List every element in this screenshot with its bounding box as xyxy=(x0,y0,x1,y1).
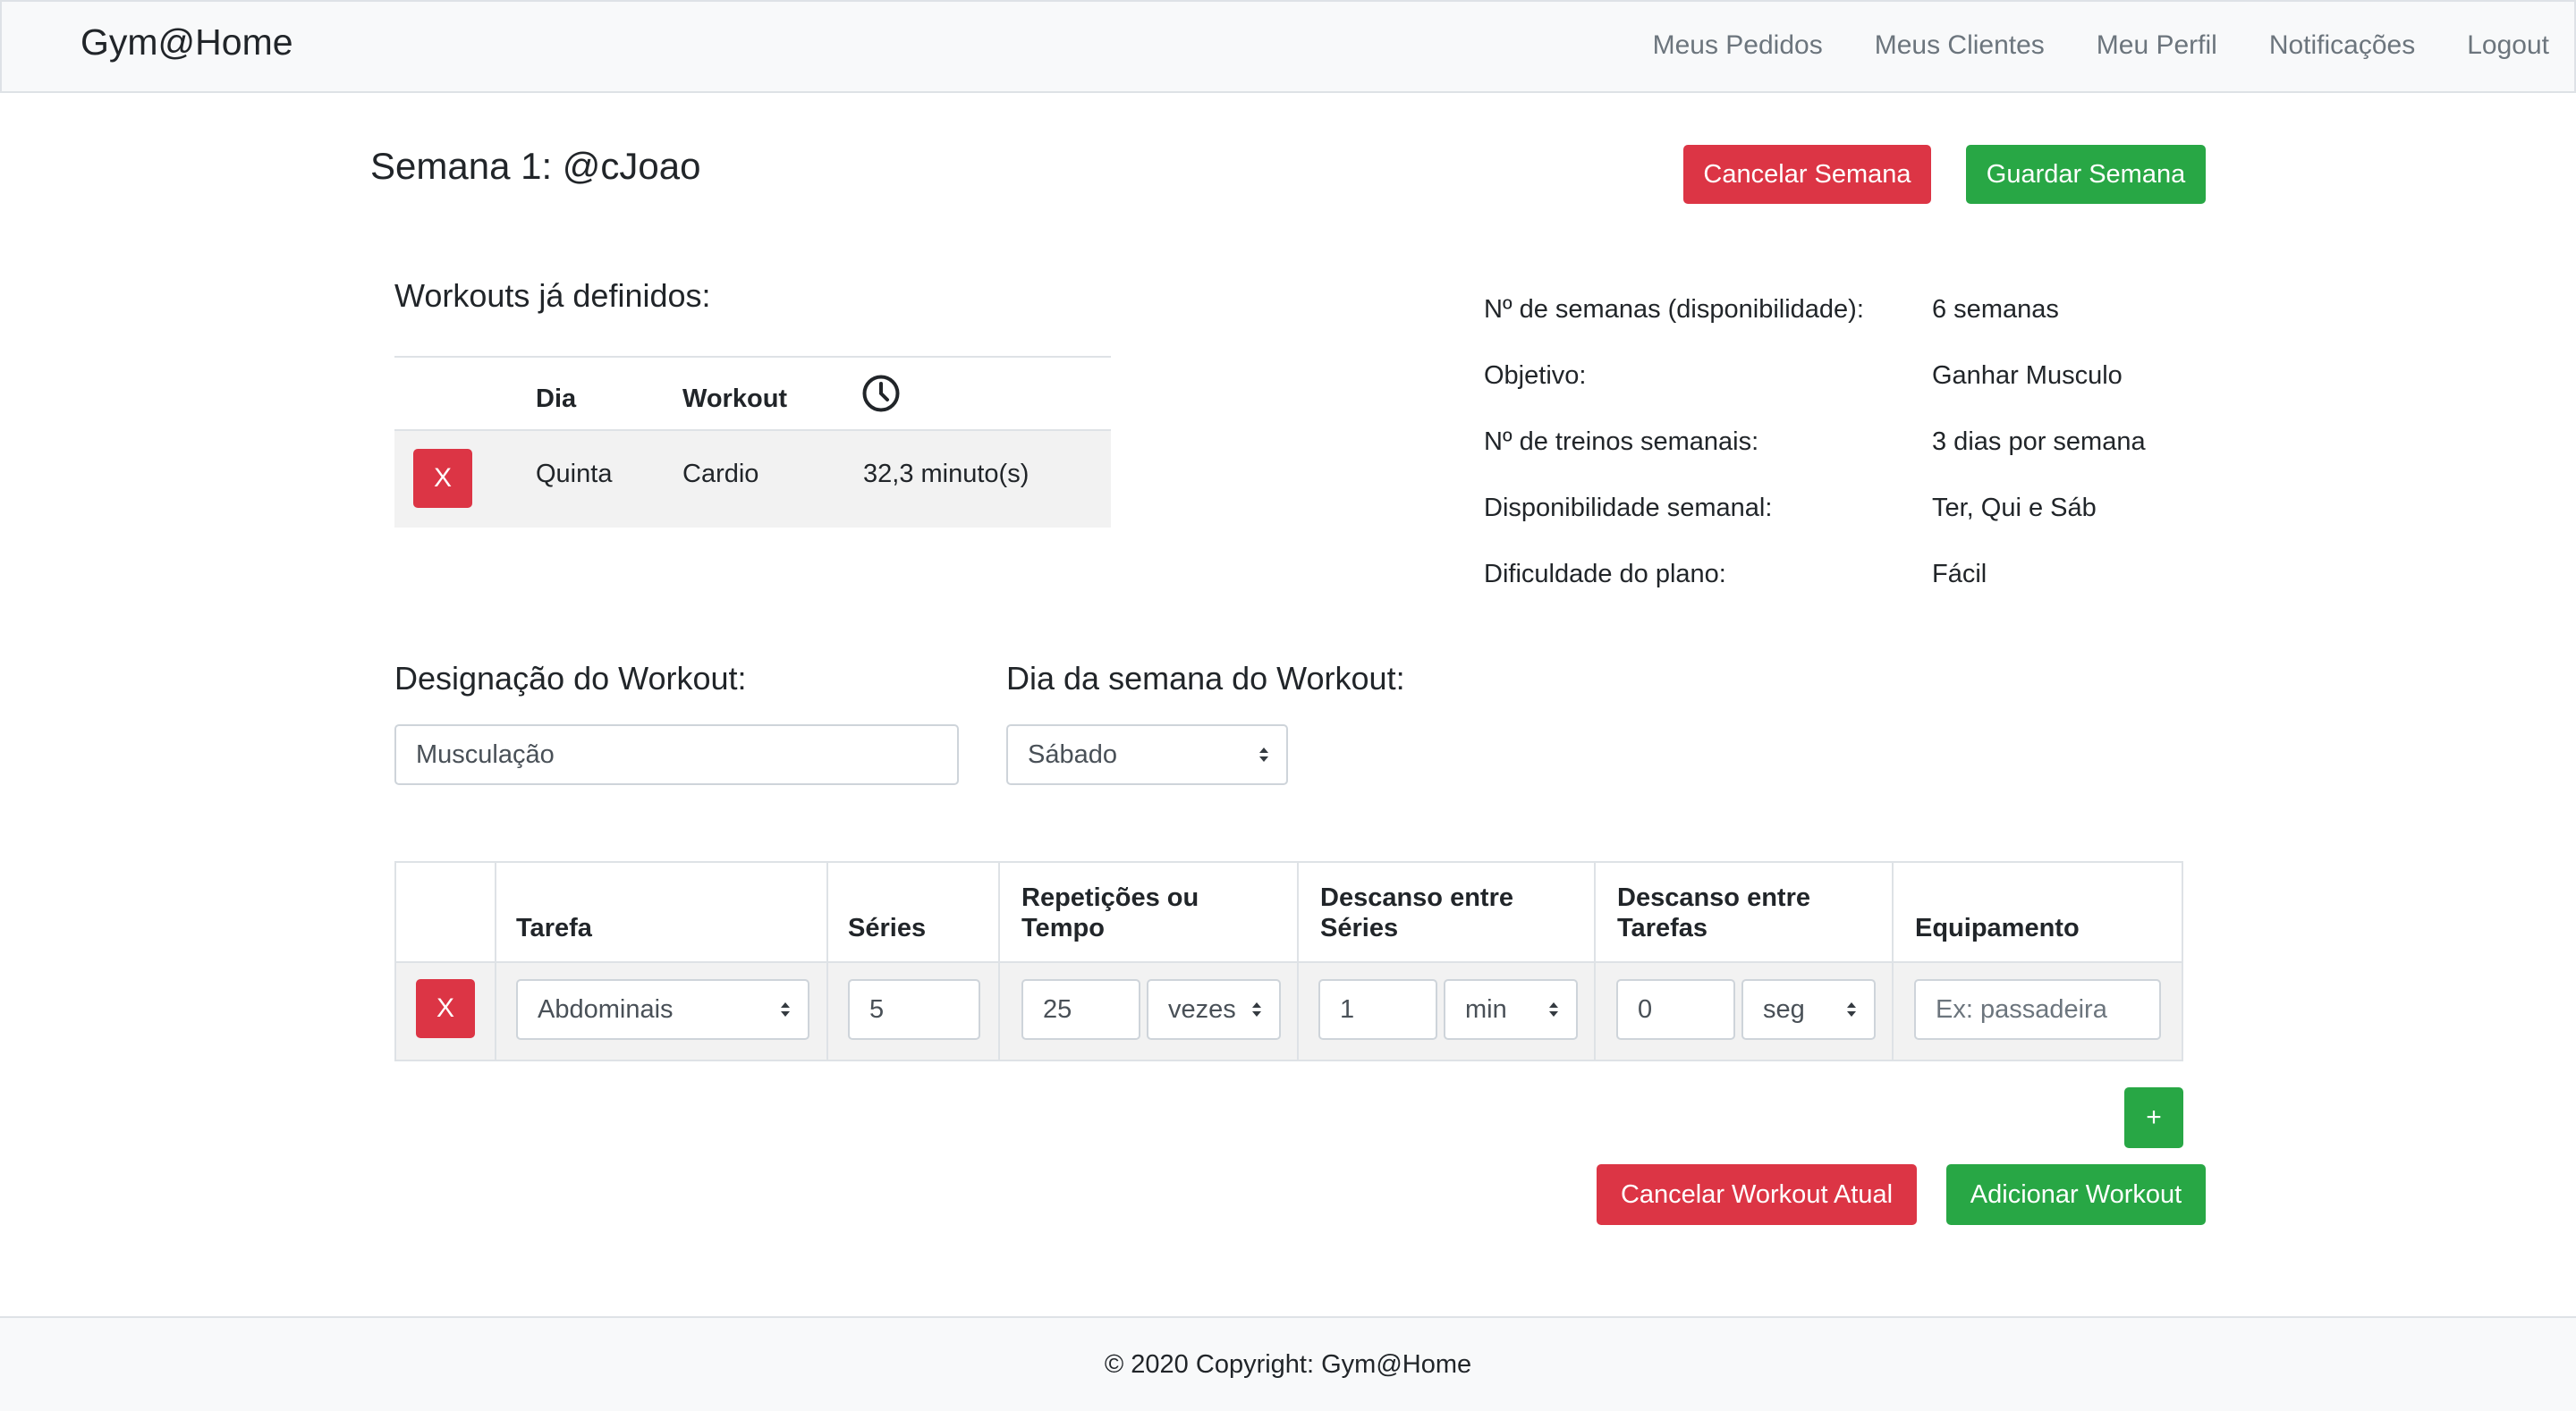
nav-link-meus-pedidos[interactable]: Meus Pedidos xyxy=(1653,30,1823,61)
rest-tasks-input[interactable]: 0 xyxy=(1616,979,1735,1040)
reps-unit-value: vezes xyxy=(1168,994,1236,1024)
cancel-workout-button[interactable]: Cancelar Workout Atual xyxy=(1597,1164,1917,1225)
footer-copyright: © 2020 Copyright: Gym@Home xyxy=(1104,1349,1472,1379)
select-arrows-icon xyxy=(781,1002,790,1017)
header-day: Dia xyxy=(536,384,577,413)
header-rest-tasks-line2: Tarefas xyxy=(1617,914,1708,942)
info-label: Dificuldade do plano: xyxy=(1484,560,1726,588)
workout-name-input[interactable]: Musculação xyxy=(394,724,959,785)
clock-icon xyxy=(862,375,900,412)
info-label: Objetivo: xyxy=(1484,361,1587,390)
navbar: Gym@Home Meus Pedidos Meus Clientes Meu … xyxy=(0,0,2576,93)
info-row-difficulty: Dificuldade do plano: Fácil xyxy=(1484,560,2199,596)
brand-logo[interactable]: Gym@Home xyxy=(80,21,293,63)
reps-unit-select[interactable]: vezes xyxy=(1147,979,1281,1040)
header-rest-series: Descanso entre Séries xyxy=(1320,883,1513,943)
select-arrows-icon xyxy=(1259,748,1268,762)
series-input[interactable]: 5 xyxy=(848,979,980,1040)
equipment-placeholder: Ex: passadeira xyxy=(1936,994,2107,1024)
rest-tasks-value: 0 xyxy=(1638,994,1653,1024)
table-header: Dia Workout xyxy=(394,356,1111,431)
task-select[interactable]: Abdominais xyxy=(516,979,809,1040)
info-row-weeks: Nº de semanas (disponibilidade): 6 seman… xyxy=(1484,295,2199,331)
info-value: Ganhar Musculo xyxy=(1932,361,2123,390)
header-workout: Workout xyxy=(682,384,788,413)
rest-series-value: 1 xyxy=(1340,994,1355,1024)
workout-day-label: Dia da semana do Workout: xyxy=(1006,660,1405,697)
column-divider xyxy=(1892,863,1894,1060)
defined-workouts-table: Dia Workout X Quinta Cardio 32,3 minuto(… xyxy=(394,356,1111,528)
cell-workout: Cardio xyxy=(682,460,759,488)
header-divider xyxy=(396,961,2182,963)
table-row: X Quinta Cardio 32,3 minuto(s) xyxy=(394,431,1111,528)
series-value: 5 xyxy=(869,994,885,1024)
info-row-availability: Disponibilidade semanal: Ter, Qui e Sáb xyxy=(1484,494,2199,529)
defined-workouts-title: Workouts já definidos: xyxy=(394,277,711,314)
header-reps: Repetições ou Tempo xyxy=(1021,883,1199,943)
rest-series-unit-value: min xyxy=(1465,994,1507,1024)
info-value: Fácil xyxy=(1932,560,1987,588)
info-label: Nº de treinos semanais: xyxy=(1484,427,1759,456)
workout-name-label: Designação do Workout: xyxy=(394,660,747,697)
info-value: Ter, Qui e Sáb xyxy=(1932,494,2097,522)
info-row-objective: Objetivo: Ganhar Musculo xyxy=(1484,361,2199,397)
cell-day: Quinta xyxy=(536,460,613,488)
workout-name-value: Musculação xyxy=(416,739,555,769)
cancel-week-button[interactable]: Cancelar Semana xyxy=(1683,145,1931,204)
nav-link-notificacoes[interactable]: Notificações xyxy=(2269,30,2415,61)
remove-workout-button[interactable]: X xyxy=(413,449,472,508)
add-workout-button[interactable]: Adicionar Workout xyxy=(1946,1164,2206,1225)
column-divider xyxy=(1297,863,1299,1060)
header-rest-tasks-line1: Descanso entre xyxy=(1617,883,1810,912)
info-label: Disponibilidade semanal: xyxy=(1484,494,1773,522)
rest-tasks-unit-value: seg xyxy=(1763,994,1805,1024)
equipment-input[interactable]: Ex: passadeira xyxy=(1914,979,2161,1040)
header-task: Tarefa xyxy=(516,914,592,942)
header-reps-line2: Tempo xyxy=(1021,914,1105,942)
workout-day-select[interactable]: Sábado xyxy=(1006,724,1288,785)
rest-series-unit-select[interactable]: min xyxy=(1444,979,1578,1040)
rest-series-input[interactable]: 1 xyxy=(1318,979,1437,1040)
rest-tasks-unit-select[interactable]: seg xyxy=(1741,979,1876,1040)
nav-link-logout[interactable]: Logout xyxy=(2467,30,2549,61)
header-rest-series-line2: Séries xyxy=(1320,914,1399,942)
header-rest-tasks: Descanso entre Tarefas xyxy=(1617,883,1810,943)
header-rest-series-line1: Descanso entre xyxy=(1320,883,1513,912)
cell-duration: 32,3 minuto(s) xyxy=(863,460,1030,488)
page-title: Semana 1: @cJoao xyxy=(370,145,701,187)
nav-links: Meus Pedidos Meus Clientes Meu Perfil No… xyxy=(1601,30,2549,61)
task-value: Abdominais xyxy=(538,994,674,1024)
header-series: Séries xyxy=(848,914,927,942)
select-arrows-icon xyxy=(1549,1002,1558,1017)
column-divider xyxy=(1594,863,1596,1060)
reps-value: 25 xyxy=(1043,994,1072,1024)
column-divider xyxy=(826,863,828,1060)
column-divider xyxy=(495,863,496,1060)
select-arrows-icon xyxy=(1847,1002,1856,1017)
info-value: 6 semanas xyxy=(1932,295,2059,324)
workout-day-value: Sábado xyxy=(1028,739,1117,769)
reps-input[interactable]: 25 xyxy=(1021,979,1140,1040)
select-arrows-icon xyxy=(1252,1002,1261,1017)
save-week-button[interactable]: Guardar Semana xyxy=(1966,145,2206,204)
column-divider xyxy=(998,863,1000,1060)
tasks-table: Tarefa Séries Repetições ou Tempo Descan… xyxy=(394,861,2183,1061)
footer: © 2020 Copyright: Gym@Home xyxy=(0,1316,2576,1411)
info-row-trainings: Nº de treinos semanais: 3 dias por seman… xyxy=(1484,427,2199,463)
remove-task-button[interactable]: X xyxy=(416,979,475,1038)
info-label: Nº de semanas (disponibilidade): xyxy=(1484,295,1864,324)
add-task-button[interactable]: + xyxy=(2124,1087,2183,1148)
header-equipment: Equipamento xyxy=(1915,914,2080,942)
nav-link-meus-clientes[interactable]: Meus Clientes xyxy=(1875,30,2045,61)
header-reps-line1: Repetições ou xyxy=(1021,883,1199,912)
nav-link-meu-perfil[interactable]: Meu Perfil xyxy=(2097,30,2217,61)
info-value: 3 dias por semana xyxy=(1932,427,2146,456)
